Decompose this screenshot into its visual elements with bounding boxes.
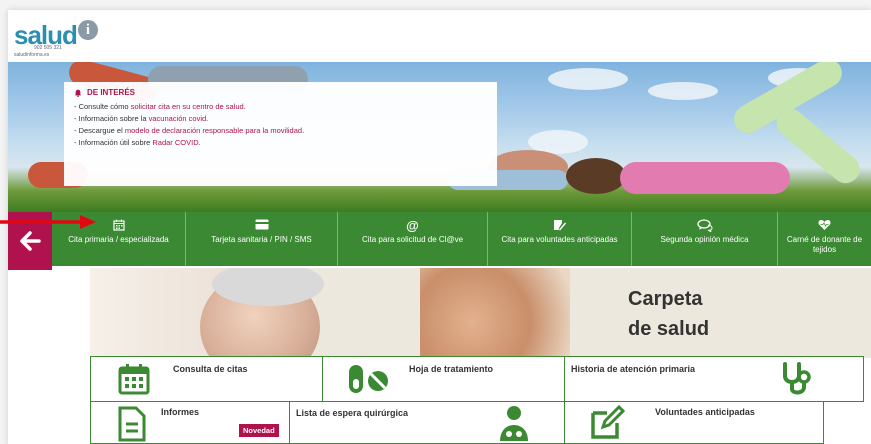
salud-logo[interactable]: salud i 902 505 321 saludinforma.es: [14, 20, 98, 58]
logo-site: saludinforma.es: [14, 52, 50, 58]
heart-icon: [818, 220, 831, 230]
stethoscope-icon: [783, 362, 811, 395]
document-icon: [118, 406, 146, 442]
nav-label: Cita para solicitud de Cl@ve: [361, 235, 464, 244]
interest-notice: DE INTERÉS - Consulte cómo solicitar cit…: [64, 82, 497, 186]
bell-icon: [74, 89, 82, 97]
notice-line: - Descargue el modelo de declaración res…: [74, 125, 489, 137]
tile-label: Hoja de tratamiento: [409, 364, 494, 374]
chat-icon: [696, 219, 713, 232]
notice-line-text: .: [206, 114, 209, 123]
at-icon: @: [406, 218, 419, 233]
carpeta-title-line1: Carpeta: [628, 288, 703, 310]
tile-label: Voluntades anticipadas: [655, 407, 755, 417]
nav-cita-clave[interactable]: @ Cita para solicitud de Cl@ve: [338, 212, 488, 266]
calendar-icon: [118, 364, 150, 395]
notice-title: DE INTERÉS: [74, 88, 489, 97]
nav-label: Cita primaria / especializada: [68, 235, 169, 244]
tile-informes[interactable]: Informes Novedad: [90, 401, 290, 444]
notice-line-text: .: [302, 126, 305, 135]
notice-line-text: - Información sobre la: [74, 114, 149, 123]
nav-label: Cita para voluntades anticipadas: [501, 235, 618, 244]
tile-label: Lista de espera quirúrgica: [296, 408, 409, 418]
pills-icon: [349, 365, 388, 393]
services-nav: Cita primaria / especializada Tarjeta sa…: [52, 212, 871, 266]
nav-carne-donante[interactable]: Carné de donante de tejidos: [778, 212, 871, 266]
notice-line-text: - Información útil sobre: [74, 138, 153, 147]
tile-label: Consulta de citas: [173, 364, 248, 374]
carpeta-banner: [90, 268, 871, 358]
notice-line-text: - Descargue el: [74, 126, 125, 135]
info-icon: i: [77, 20, 98, 40]
notice-title-text: DE INTERÉS: [87, 88, 136, 97]
tile-label: Informes: [161, 407, 200, 417]
doctor-icon: [500, 406, 528, 441]
nav-cita-voluntades[interactable]: Cita para voluntades anticipadas: [488, 212, 632, 266]
notice-line-text: - Consulte cómo: [74, 102, 131, 111]
tile-lista-espera[interactable]: Lista de espera quirúrgica: [289, 401, 565, 444]
calendar-icon: [112, 219, 125, 231]
logo-phone: 902 505 321: [34, 45, 62, 51]
notice-link-vacunacion[interactable]: vacunación covid: [149, 114, 207, 123]
card-icon: [255, 219, 268, 230]
nav-label: Segunda opinión médica: [660, 235, 749, 244]
notice-line-text: .: [243, 102, 246, 111]
tile-hoja-tratamiento[interactable]: Hoja de tratamiento: [322, 356, 565, 402]
edit-icon: [591, 405, 625, 439]
nav-label: Tarjeta sanitaria / PIN / SMS: [211, 235, 312, 244]
notice-link-radar[interactable]: Radar COVID: [152, 138, 198, 147]
young-woman-photo: [420, 268, 570, 358]
carpeta-title-line2: de salud: [628, 318, 710, 340]
page: salud i 902 505 321 saludinforma.es DE IN…: [0, 0, 871, 444]
notice-line: - Información útil sobre Radar COVID.: [74, 137, 489, 149]
nav-tarjeta-sanitaria[interactable]: Tarjeta sanitaria / PIN / SMS: [186, 212, 338, 266]
signature-icon: [553, 220, 567, 231]
notice-link-cita[interactable]: solicitar cita en su centro de salud: [131, 102, 244, 111]
arrow-left-icon: [20, 231, 41, 251]
notice-line-text: .: [198, 138, 201, 147]
notice-line: - Información sobre la vacunación covid.: [74, 113, 489, 125]
novedad-badge: Novedad: [239, 424, 279, 437]
nav-segunda-opinion[interactable]: Segunda opinión médica: [632, 212, 778, 266]
tile-consulta-citas[interactable]: Consulta de citas: [90, 356, 323, 402]
tile-voluntades[interactable]: Voluntades anticipadas: [564, 401, 824, 444]
notice-link-modelo[interactable]: modelo de declaración responsable para l…: [125, 126, 302, 135]
nav-label: Carné de donante de tejidos: [786, 235, 863, 254]
tile-historia-atencion[interactable]: Historia de atención primaria: [564, 356, 864, 402]
tile-label: Historia de atención primaria: [571, 364, 696, 374]
notice-line: - Consulte cómo solicitar cita en su cen…: [74, 101, 489, 113]
red-pointer-arrow-icon: [0, 215, 96, 229]
